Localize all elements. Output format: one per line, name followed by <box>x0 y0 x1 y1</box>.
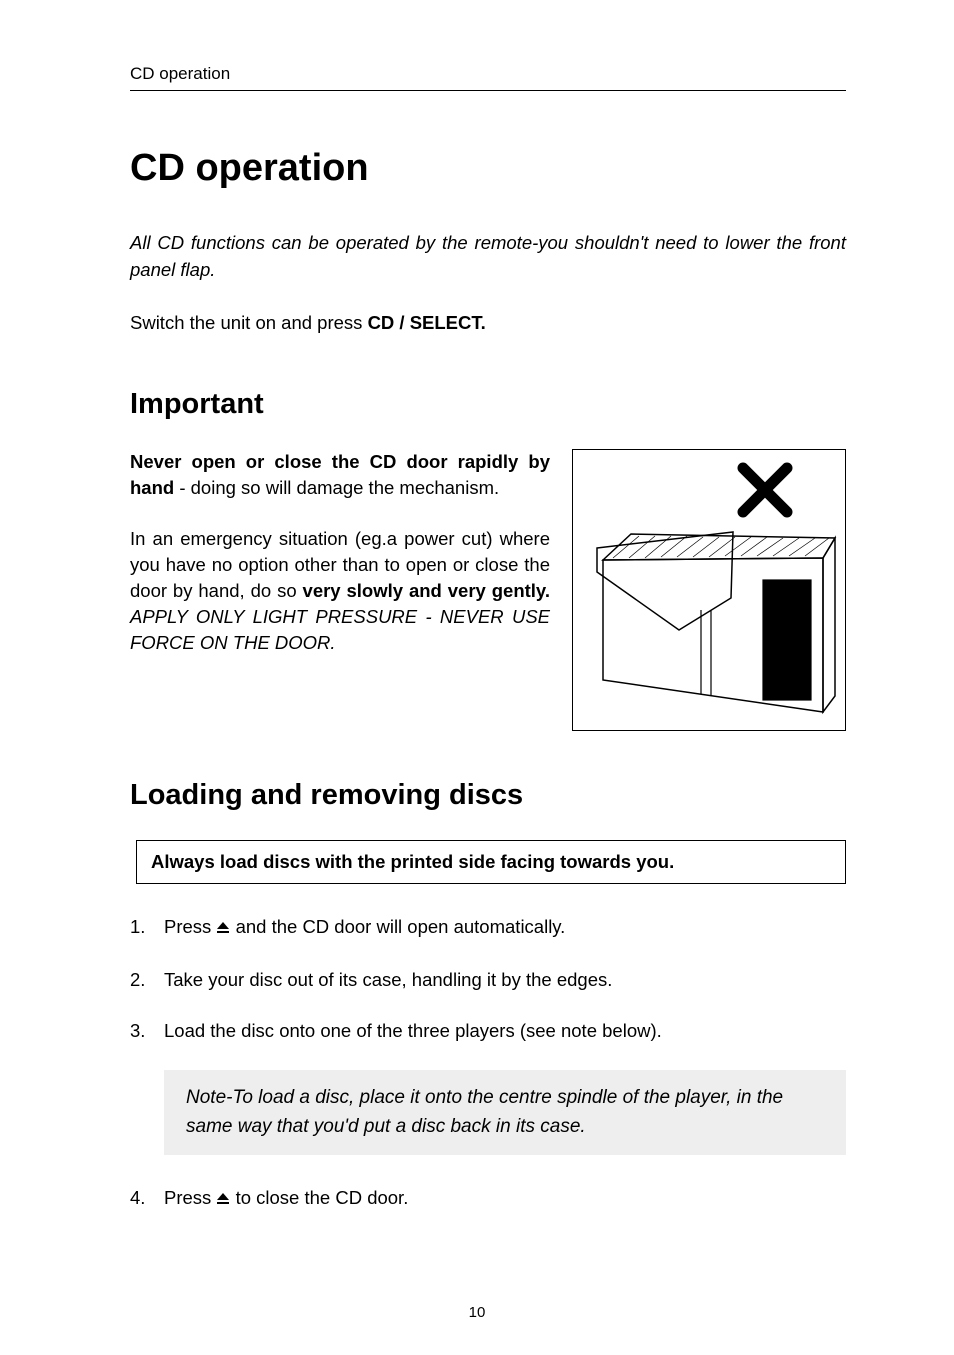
intro-paragraph: All CD functions can be operated by the … <box>130 230 846 284</box>
switch-pre: Switch the unit on and press <box>130 312 368 333</box>
manual-page: CD operation CD operation All CD functio… <box>0 0 954 1355</box>
step-4-number: 4. <box>130 1185 145 1211</box>
important-p1-rest: - doing so will damage the mechanism. <box>174 477 499 498</box>
eject-icon <box>216 1186 230 1212</box>
x-mark-icon <box>743 468 787 512</box>
step-1-number: 1. <box>130 914 145 940</box>
page-number: 10 <box>0 1304 954 1321</box>
eject-icon <box>216 915 230 941</box>
step-2: 2. Take your disc out of its case, handl… <box>130 967 846 993</box>
loading-steps-continued: 4. Press to close the CD door. <box>130 1185 846 1212</box>
page-title: CD operation <box>130 147 846 190</box>
step-2-number: 2. <box>130 967 145 993</box>
loading-note: Note-To load a disc, place it onto the c… <box>164 1070 846 1155</box>
step-4-pre: Press <box>164 1187 216 1208</box>
step-1-post: and the CD door will open automatically. <box>230 916 565 937</box>
switch-bold: CD / SELECT. <box>368 312 486 333</box>
important-text-column: Never open or close the CD door rapidly … <box>130 449 550 731</box>
cd-door-illustration <box>572 449 846 731</box>
loading-steps: 1. Press and the CD door will open autom… <box>130 914 846 1045</box>
step-2-text: Take your disc out of its case, handling… <box>164 969 612 990</box>
step-3-text: Load the disc onto one of the three play… <box>164 1020 662 1041</box>
load-discs-notice: Always load discs with the printed side … <box>136 840 846 884</box>
step-4: 4. Press to close the CD door. <box>130 1185 846 1212</box>
step-3-number: 3. <box>130 1018 145 1044</box>
important-paragraph-2: In an emergency situation (eg.a power cu… <box>130 526 550 655</box>
step-4-post: to close the CD door. <box>230 1187 408 1208</box>
section-heading-important: Important <box>130 388 846 421</box>
important-p2-ital: APPLY ONLY LIGHT PRESSURE - NEVER USE FO… <box>130 606 550 653</box>
step-3: 3. Load the disc onto one of the three p… <box>130 1018 846 1044</box>
important-section: Never open or close the CD door rapidly … <box>130 449 846 731</box>
header-rule <box>130 90 846 91</box>
important-p2-bold: very slowly and very gently. <box>303 580 550 601</box>
top-hatching <box>613 536 829 558</box>
cd-door-svg <box>573 450 845 730</box>
important-paragraph-1: Never open or close the CD door rapidly … <box>130 449 550 501</box>
front-panel-lines <box>701 580 811 700</box>
step-1-pre: Press <box>164 916 216 937</box>
section-heading-loading: Loading and removing discs <box>130 779 846 812</box>
running-header: CD operation <box>130 64 846 84</box>
switch-on-instruction: Switch the unit on and press CD / SELECT… <box>130 312 846 334</box>
step-1: 1. Press and the CD door will open autom… <box>130 914 846 941</box>
